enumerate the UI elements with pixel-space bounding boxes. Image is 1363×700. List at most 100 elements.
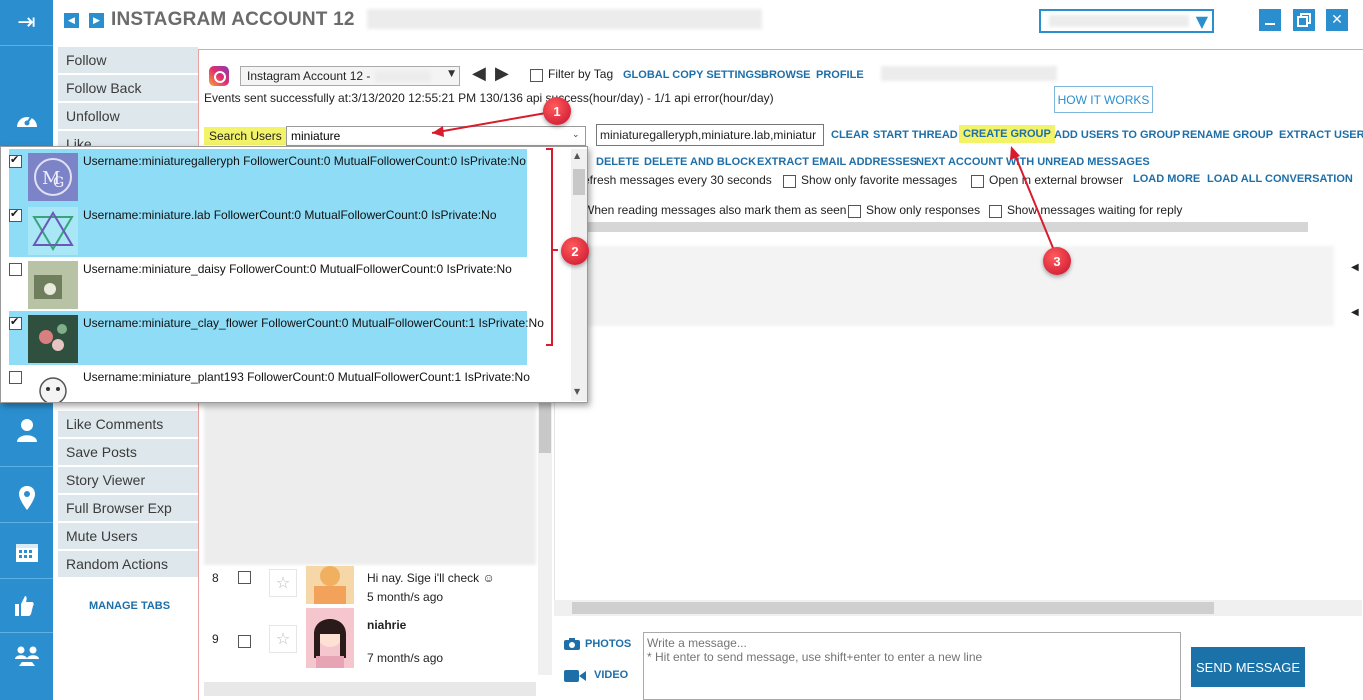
- add-users-to-group-link[interactable]: ADD USERS TO GROUP: [1054, 129, 1180, 141]
- profile-link[interactable]: PROFILE: [816, 69, 864, 81]
- row-checkbox[interactable]: [238, 635, 251, 648]
- annotation-marker-3: 3: [1043, 247, 1071, 275]
- result-checkbox[interactable]: [9, 315, 22, 330]
- next-unread-account-link[interactable]: NEXT ACCOUNT WITH UNREAD MESSAGES: [916, 156, 1150, 168]
- list-item[interactable]: Username:miniature_daisy FollowerCount:0…: [9, 257, 527, 311]
- message-input[interactable]: [643, 632, 1181, 700]
- chevron-down-icon[interactable]: ⌄: [572, 130, 580, 140]
- global-copy-settings-link[interactable]: GLOBAL COPY SETTINGS: [623, 69, 761, 81]
- login-icon[interactable]: ⇥: [0, 2, 53, 42]
- waiting-reply-label: Show messages waiting for reply: [1007, 203, 1183, 217]
- result-checkbox[interactable]: [9, 153, 22, 168]
- extract-email-link[interactable]: EXTRACT EMAIL ADDRESSES: [757, 156, 917, 168]
- filter-by-tag-checkbox[interactable]: [530, 69, 543, 82]
- avatar: [28, 207, 78, 255]
- menu-item-unfollow[interactable]: Unfollow: [58, 103, 198, 129]
- result-checkbox[interactable]: [9, 371, 22, 384]
- svg-text:G: G: [53, 175, 64, 191]
- menu-item-mute-users[interactable]: Mute Users: [58, 523, 198, 549]
- location-icon[interactable]: [0, 478, 53, 518]
- load-all-conversation-link[interactable]: LOAD ALL CONVERSATION: [1207, 173, 1353, 185]
- video-icon[interactable]: [564, 670, 586, 682]
- rename-group-link[interactable]: RENAME GROUP: [1182, 129, 1273, 141]
- previous-account-icon[interactable]: ◀: [472, 63, 486, 84]
- account-combo[interactable]: Instagram Account 12 - ▼: [240, 66, 460, 86]
- scrollbar-thumb[interactable]: [573, 169, 585, 195]
- clear-link[interactable]: CLEAR: [831, 129, 869, 141]
- user-icon[interactable]: [0, 410, 53, 450]
- star-icon[interactable]: ☆: [269, 569, 297, 597]
- back-nav-icon[interactable]: ◀: [64, 13, 79, 28]
- start-thread-link[interactable]: START THREAD: [873, 129, 958, 141]
- account-select[interactable]: ▼: [1039, 9, 1214, 33]
- result-text: Username:miniature_daisy FollowerCount:0…: [83, 262, 512, 276]
- list-item[interactable]: MG Username:miniaturegalleryph FollowerC…: [9, 149, 527, 203]
- rail-divider: [0, 522, 53, 523]
- result-checkbox[interactable]: [9, 207, 22, 222]
- rail-divider: [0, 466, 53, 467]
- conversation-hscrollbar[interactable]: [204, 682, 536, 696]
- restore-icon[interactable]: [1293, 9, 1315, 31]
- close-icon[interactable]: ✕: [1326, 9, 1348, 31]
- list-item[interactable]: Username:miniature.lab FollowerCount:0 M…: [9, 203, 527, 257]
- avatar: [28, 261, 78, 309]
- next-account-icon[interactable]: ▶: [495, 63, 509, 84]
- search-users-input[interactable]: [286, 126, 586, 146]
- delete-link[interactable]: DELETE: [596, 156, 639, 168]
- conversation-row[interactable]: 9 ☆ niahrie 7 month/s ago: [204, 608, 536, 670]
- selected-users-field[interactable]: miniaturegalleryph,miniature.lab,miniatu…: [596, 124, 824, 146]
- avatar: [28, 315, 78, 363]
- redacted-follower-stats: [881, 66, 1057, 81]
- menu-item-random-actions[interactable]: Random Actions: [58, 551, 198, 577]
- favorites-checkbox[interactable]: [783, 175, 796, 188]
- result-text: Username:miniature_plant193 FollowerCoun…: [83, 370, 530, 384]
- conversation-scrollbar[interactable]: [538, 403, 552, 675]
- manage-tabs-link[interactable]: MANAGE TABS: [89, 600, 170, 612]
- search-users-label: Search Users: [204, 127, 287, 145]
- menu-item-like-comments[interactable]: Like Comments: [58, 411, 198, 437]
- menu-item-follow-back[interactable]: Follow Back: [58, 75, 198, 101]
- calendar-icon[interactable]: [0, 532, 53, 572]
- conversation-preview: Hi nay. Sige i'll check ☺: [367, 571, 495, 585]
- message-scrollbar[interactable]: [554, 600, 1362, 616]
- row-checkbox[interactable]: [238, 571, 251, 584]
- browse-link[interactable]: BROWSE: [761, 69, 811, 81]
- scroll-up-icon[interactable]: ▲: [574, 151, 580, 160]
- redacted-account-suffix: [375, 71, 431, 82]
- responses-checkbox[interactable]: [848, 205, 861, 218]
- scroll-down-icon[interactable]: ▼: [574, 387, 580, 396]
- expand-icon[interactable]: ◀: [1351, 262, 1359, 273]
- dashboard-icon[interactable]: [0, 100, 53, 140]
- create-group-link[interactable]: CREATE GROUP: [959, 125, 1055, 143]
- menu-item-save-posts[interactable]: Save Posts: [58, 439, 198, 465]
- result-checkbox[interactable]: [9, 263, 22, 276]
- scrollbar-thumb[interactable]: [539, 403, 551, 453]
- camera-icon[interactable]: [564, 638, 580, 650]
- group-icon[interactable]: [0, 636, 53, 676]
- load-more-link[interactable]: LOAD MORE: [1133, 173, 1200, 185]
- delete-and-block-link[interactable]: DELETE AND BLOCK: [644, 156, 756, 168]
- list-item[interactable]: Username:miniature_clay_flower FollowerC…: [9, 311, 544, 365]
- photos-button[interactable]: PHOTOS: [585, 638, 631, 650]
- menu-item-full-browser-exp[interactable]: Full Browser Exp: [58, 495, 198, 521]
- minimize-icon[interactable]: [1259, 9, 1281, 31]
- video-button[interactable]: VIDEO: [594, 669, 628, 681]
- search-results-dropdown: MG Username:miniaturegalleryph FollowerC…: [0, 146, 588, 403]
- thumbs-icon[interactable]: [0, 586, 53, 626]
- forward-nav-icon[interactable]: ▶: [89, 13, 104, 28]
- scrollbar-thumb[interactable]: [572, 602, 1214, 614]
- filter-by-tag-label: Filter by Tag: [548, 67, 614, 81]
- how-it-works-button[interactable]: HOW IT WORKS: [1054, 86, 1153, 113]
- horizontal-scrollbar[interactable]: [588, 222, 1308, 232]
- star-icon[interactable]: ☆: [269, 625, 297, 653]
- expand-icon[interactable]: ◀: [1351, 307, 1359, 318]
- list-item[interactable]: Username:miniature_plant193 FollowerCoun…: [9, 365, 530, 402]
- external-browser-checkbox[interactable]: [971, 175, 984, 188]
- send-message-button[interactable]: SEND MESSAGE: [1191, 647, 1305, 687]
- menu-item-story-viewer[interactable]: Story Viewer: [58, 467, 198, 493]
- conversation-time: 7 month/s ago: [367, 651, 444, 665]
- menu-item-follow[interactable]: Follow: [58, 47, 198, 73]
- extract-users-link[interactable]: EXTRACT USERI: [1279, 129, 1363, 141]
- results-scrollbar[interactable]: ▲ ▼: [571, 149, 587, 401]
- waiting-reply-checkbox[interactable]: [989, 205, 1002, 218]
